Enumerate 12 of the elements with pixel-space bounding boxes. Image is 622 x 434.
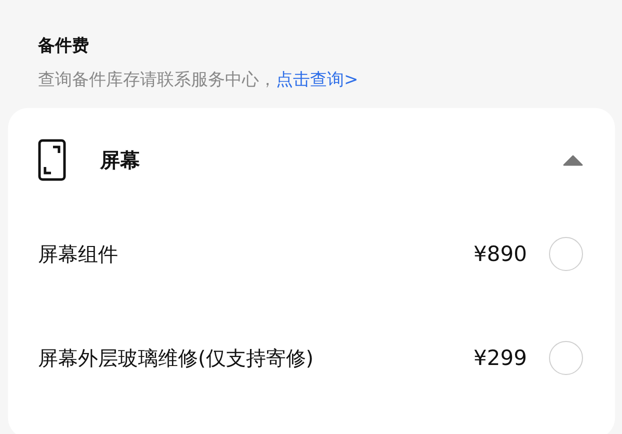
part-price: ¥299 — [474, 346, 527, 370]
radio-button[interactable] — [549, 237, 583, 271]
phone-screen-icon — [38, 139, 66, 181]
note-text: 查询备件库存请联系服务中心， — [38, 69, 276, 92]
part-name: 屏幕外层玻璃维修(仅支持寄修) — [38, 344, 315, 372]
section-title: 备件费 — [38, 35, 90, 58]
part-name: 屏幕组件 — [38, 240, 119, 268]
caret-icon[interactable] — [563, 154, 583, 166]
radio-button[interactable] — [549, 341, 583, 375]
query-link[interactable]: 点击查询> — [276, 68, 358, 92]
part-price: ¥890 — [474, 242, 527, 266]
category-label: 屏幕 — [100, 146, 141, 174]
